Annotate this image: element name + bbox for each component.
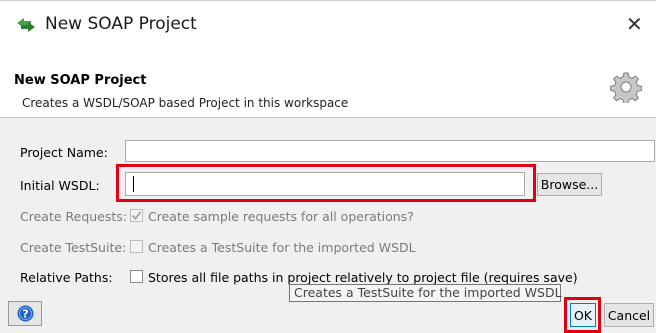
header-title: New SOAP Project (14, 73, 147, 88)
create-requests-checkbox[interactable] (130, 209, 143, 222)
help-button[interactable]: ? (8, 301, 42, 326)
create-requests-text: Create sample requests for all operation… (148, 209, 414, 224)
relative-paths-text: Stores all file paths in project relativ… (148, 270, 578, 285)
initial-wsdl-input[interactable] (125, 172, 525, 196)
header-description: Creates a WSDL/SOAP based Project in thi… (22, 96, 349, 110)
soapui-arrows-icon (15, 16, 37, 34)
cancel-button[interactable]: Cancel (604, 303, 654, 327)
help-icon: ? (17, 305, 34, 322)
gear-icon (610, 71, 642, 105)
svg-text:?: ? (22, 308, 28, 321)
create-requests-label: Create Requests: (20, 209, 128, 224)
relative-paths-checkbox[interactable] (130, 270, 143, 283)
tooltip: Creates a TestSuite for the imported WSD… (289, 284, 562, 302)
close-icon[interactable]: ✕ (626, 12, 643, 36)
window-title: New SOAP Project (45, 14, 197, 34)
initial-wsdl-label: Initial WSDL: (20, 178, 100, 193)
create-testsuite-checkbox[interactable] (130, 240, 143, 253)
create-testsuite-label: Create TestSuite: (20, 240, 127, 255)
create-testsuite-text: Creates a TestSuite for the imported WSD… (148, 240, 416, 255)
project-name-label: Project Name: (20, 145, 108, 160)
project-name-input[interactable] (125, 140, 655, 162)
relative-paths-label: Relative Paths: (20, 270, 113, 285)
ok-button[interactable]: OK (570, 303, 596, 327)
text-caret (133, 176, 134, 192)
browse-button[interactable]: Browse... (537, 173, 602, 196)
